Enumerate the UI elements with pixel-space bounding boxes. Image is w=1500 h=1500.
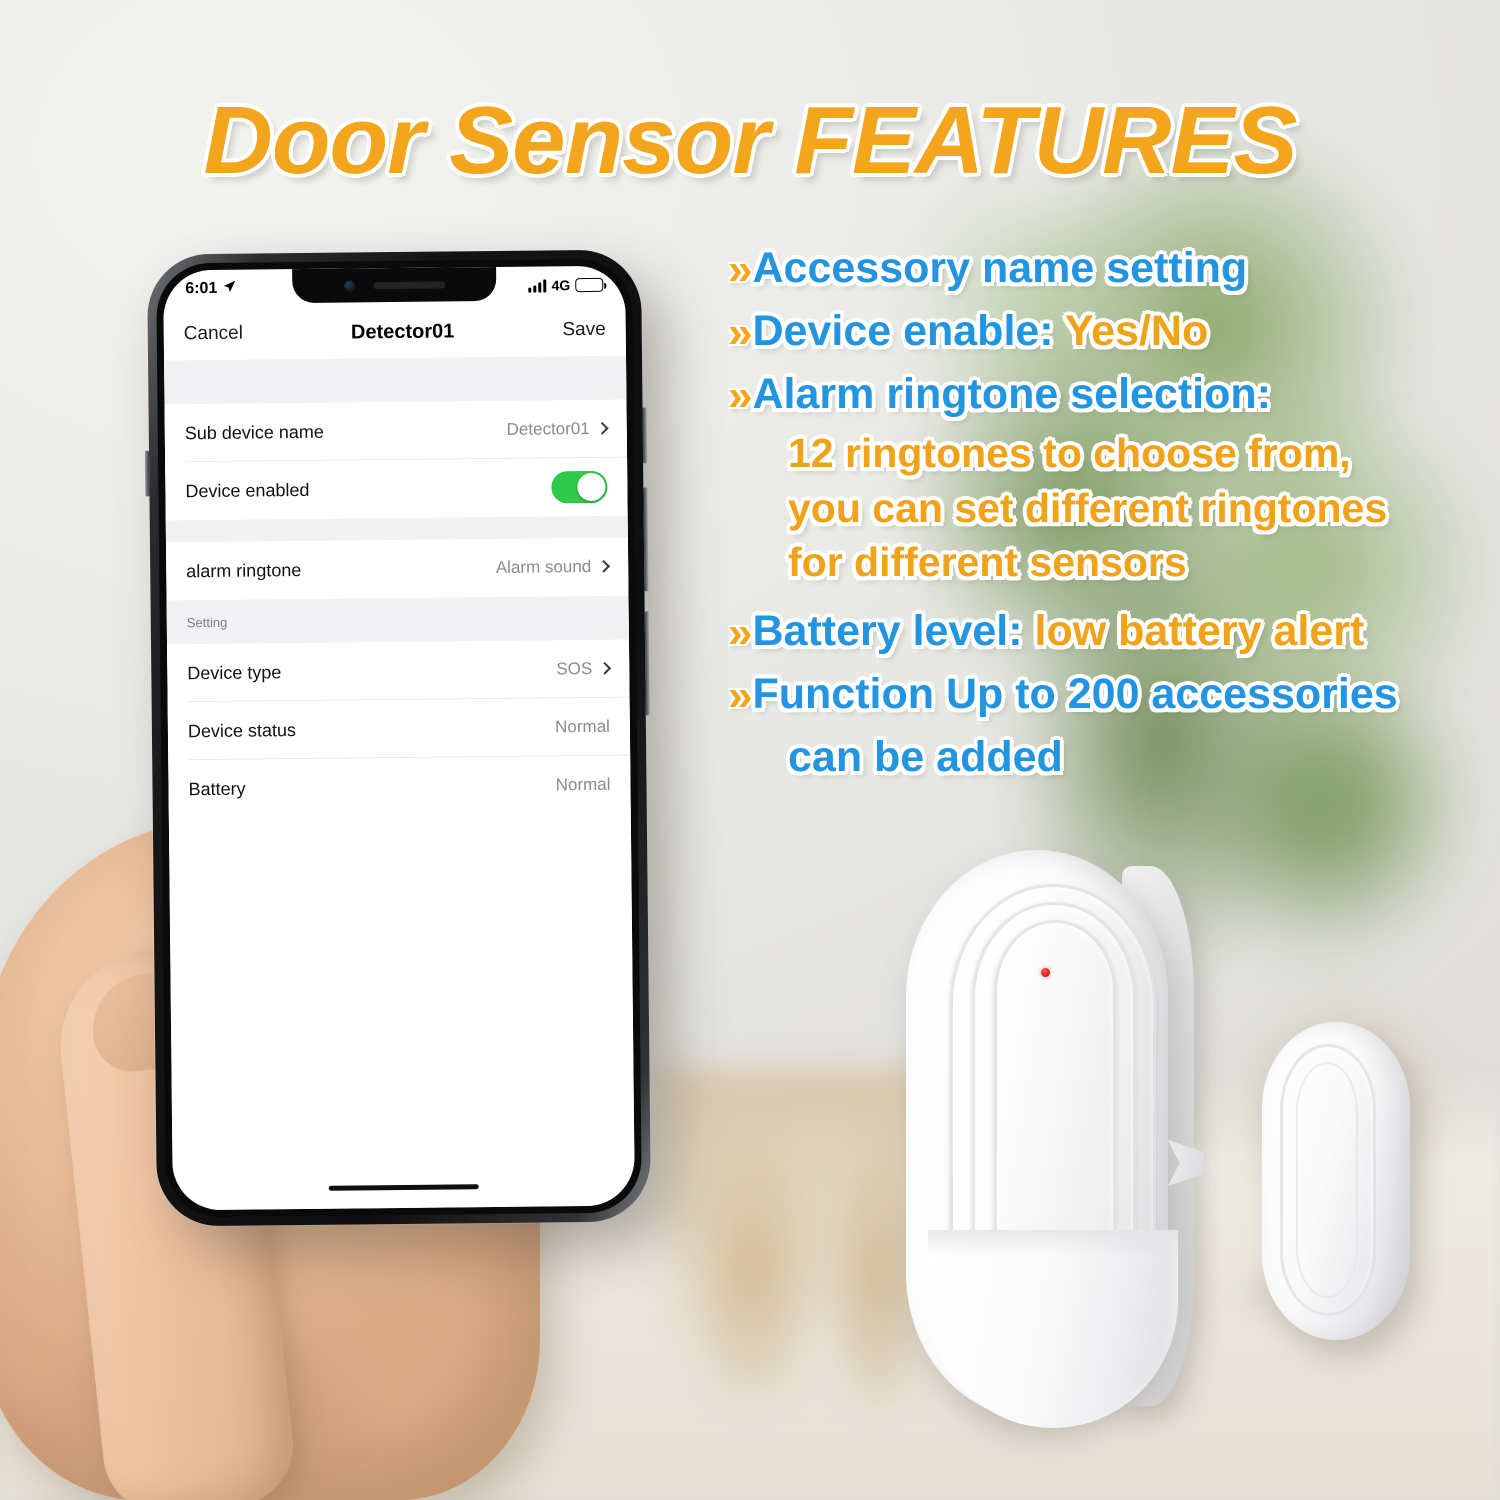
row-label: alarm ringtone bbox=[186, 559, 302, 581]
front-camera-icon bbox=[343, 279, 355, 292]
row-device-enabled[interactable]: Device enabled bbox=[165, 457, 628, 521]
row-value: Alarm sound bbox=[495, 556, 592, 577]
feature-text: Function Up to 200 accessories bbox=[752, 664, 1397, 725]
led-indicator-icon bbox=[1041, 968, 1050, 977]
phone-bezel: 6:01 4G Cancel Detector01 Save Sub devic… bbox=[156, 258, 642, 1218]
feature-segment: Battery level: bbox=[752, 606, 1035, 655]
save-button[interactable]: Save bbox=[562, 319, 606, 341]
list-top-spacer bbox=[164, 355, 627, 405]
feature-segment: Accessory name setting bbox=[752, 244, 1248, 292]
feature-item-device-enable: » Device enable: Yes/No bbox=[728, 301, 1488, 362]
magnet-ridge-inner bbox=[1296, 1062, 1358, 1298]
battery-icon bbox=[575, 277, 604, 293]
row-value: Normal bbox=[555, 774, 611, 795]
row-value: Detector01 bbox=[506, 418, 590, 439]
row-battery: Battery Normal bbox=[168, 755, 631, 819]
status-bar-left: 6:01 bbox=[185, 279, 236, 299]
feature-item-battery-level: » Battery level: low battery alert bbox=[728, 601, 1488, 662]
feature-text: Alarm ringtone selection: bbox=[752, 364, 1270, 425]
device-enabled-toggle[interactable] bbox=[551, 470, 608, 504]
row-label: Device status bbox=[187, 719, 297, 741]
earpiece-speaker bbox=[372, 280, 445, 289]
row-value-group: SOS bbox=[556, 658, 612, 680]
row-label: Device enabled bbox=[185, 479, 310, 501]
chevron-right-icon bbox=[598, 661, 612, 675]
signal-bars-icon bbox=[528, 278, 547, 293]
feature-item-accessory-name: » Accessory name setting bbox=[728, 238, 1488, 299]
feature-segment-highlight: low battery alert bbox=[1034, 606, 1365, 655]
status-time: 6:01 bbox=[185, 279, 218, 298]
mute-switch[interactable] bbox=[642, 407, 648, 464]
feature-segment-highlight: Yes/No bbox=[1064, 307, 1209, 356]
row-device-type[interactable]: Device type SOS bbox=[167, 639, 630, 703]
door-sensor-main-unit bbox=[906, 850, 1178, 1428]
navigation-bar: Cancel Detector01 Save bbox=[163, 303, 627, 361]
row-device-status: Device status Normal bbox=[167, 697, 631, 761]
row-label: Device type bbox=[187, 661, 282, 683]
feature-item-function-capacity: » Function Up to 200 accessories bbox=[728, 664, 1488, 725]
smartphone: 6:01 4G Cancel Detector01 Save Sub devic… bbox=[144, 249, 652, 1227]
feature-text: Device enable: Yes/No bbox=[752, 301, 1208, 362]
feature-subline-2: you can set different ringtones bbox=[788, 484, 1388, 531]
row-label: Battery bbox=[188, 778, 246, 799]
features-list: » Accessory name setting » Device enable… bbox=[728, 238, 1488, 788]
location-arrow-icon bbox=[222, 279, 236, 298]
feature-segment: Device enable: bbox=[752, 307, 1065, 356]
door-sensor-magnet bbox=[1262, 1022, 1410, 1340]
screen-title: Detector01 bbox=[350, 319, 455, 343]
section-header-setting: Setting bbox=[166, 595, 629, 645]
feature-subline-3: for different sensors bbox=[788, 539, 1187, 586]
row-sub-device-name[interactable]: Sub device name Detector01 bbox=[164, 399, 628, 463]
double-chevron-icon: » bbox=[728, 371, 753, 421]
feature-segment: Function Up to 200 accessories bbox=[752, 669, 1398, 718]
chevron-right-icon bbox=[597, 559, 611, 573]
feature-subline-1: 12 ringtones to choose from, bbox=[788, 430, 1351, 477]
phone-screen: 6:01 4G Cancel Detector01 Save Sub devic… bbox=[163, 265, 635, 1211]
row-alarm-ringtone[interactable]: alarm ringtone Alarm sound bbox=[165, 537, 629, 601]
feature-continuation: can be added bbox=[788, 732, 1063, 781]
row-value: Normal bbox=[554, 716, 610, 737]
feature-segment: Alarm ringtone selection: bbox=[752, 370, 1271, 419]
row-value: SOS bbox=[556, 658, 593, 679]
row-value-group: Detector01 bbox=[506, 418, 609, 440]
feature-text: Battery level: low battery alert bbox=[752, 601, 1364, 662]
row-label: Sub device name bbox=[184, 421, 324, 443]
cancel-button[interactable]: Cancel bbox=[184, 323, 243, 346]
status-bar-right: 4G bbox=[528, 277, 604, 294]
settings-list: Sub device name Detector01 Device enable… bbox=[164, 355, 635, 1211]
double-chevron-icon: » bbox=[728, 308, 753, 358]
feature-text: Accessory name setting bbox=[752, 238, 1247, 299]
double-chevron-icon: » bbox=[728, 245, 753, 294]
row-value-group: Alarm sound bbox=[495, 556, 611, 578]
product-photo bbox=[890, 840, 1490, 1460]
double-chevron-icon: » bbox=[728, 670, 753, 720]
phone-notch bbox=[292, 266, 497, 304]
volume-button[interactable] bbox=[144, 450, 150, 497]
toggle-knob bbox=[577, 472, 606, 502]
chevron-right-icon bbox=[595, 421, 609, 435]
network-type-label: 4G bbox=[551, 277, 571, 294]
double-chevron-icon: » bbox=[728, 607, 753, 657]
page-title: Door Sensor FEATURES bbox=[203, 87, 1298, 194]
feature-item-alarm-ringtone: » Alarm ringtone selection: bbox=[728, 364, 1488, 425]
